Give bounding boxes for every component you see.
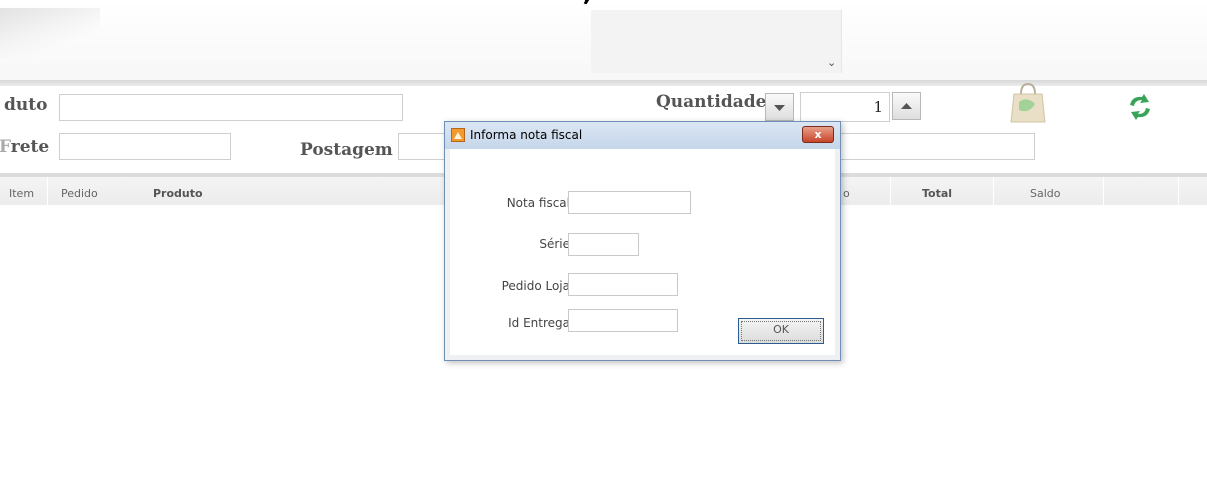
quantity-stepper[interactable]: 1 — [800, 92, 890, 122]
pedido-loja-label: Pedido Loja — [501, 279, 570, 293]
postagem-input[interactable] — [398, 133, 446, 160]
produto-label: duto — [4, 95, 48, 115]
triangle-down-icon — [774, 105, 785, 111]
quantidade-label: Quantidade — [656, 92, 767, 112]
chevron-down-icon[interactable]: ⌄ — [827, 56, 836, 69]
id-entrega-label: Id Entrega — [508, 316, 570, 330]
top-banner: ⌄ — [0, 0, 1207, 83]
refresh-icon[interactable] — [1124, 93, 1156, 121]
banner-decoration — [0, 8, 100, 58]
postagem-label: Postagem — [300, 140, 393, 160]
nota-fiscal-label: Nota fiscal — [506, 196, 570, 210]
top-dropdown[interactable]: ⌄ — [591, 10, 842, 73]
id-entrega-input[interactable] — [568, 309, 678, 332]
column-separator — [890, 177, 891, 205]
produto-input[interactable] — [59, 94, 403, 121]
column-separator — [1103, 177, 1104, 205]
column-item[interactable]: Item — [9, 187, 34, 200]
frete-input[interactable] — [59, 133, 231, 160]
dialog-titlebar[interactable]: Informa nota fiscal x — [445, 122, 840, 149]
nota-fiscal-dialog: Informa nota fiscal x Nota fiscal Série … — [444, 121, 841, 361]
extra-input[interactable] — [840, 133, 1035, 160]
column-pedido[interactable]: Pedido — [61, 187, 98, 200]
triangle-up-icon — [901, 103, 912, 109]
ok-button[interactable]: OK — [738, 318, 824, 344]
frete-label: Frete — [0, 137, 50, 157]
serie-label: Série — [539, 237, 570, 251]
quantity-decrease-button[interactable] — [765, 93, 794, 121]
dialog-title: Informa nota fiscal — [470, 128, 583, 142]
quantity-increase-button[interactable] — [892, 92, 921, 120]
column-separator — [47, 177, 48, 205]
serie-input[interactable] — [568, 233, 639, 256]
column-partial[interactable]: o — [843, 187, 850, 200]
nota-fiscal-input[interactable] — [568, 191, 691, 214]
focus-ring — [741, 321, 821, 341]
close-icon: x — [814, 128, 822, 141]
column-total[interactable]: Total — [922, 187, 952, 200]
column-saldo[interactable]: Saldo — [1030, 187, 1061, 200]
column-produto[interactable]: Produto — [153, 187, 203, 200]
close-button[interactable]: x — [802, 126, 834, 143]
banner-title-fragment — [583, 0, 590, 4]
pedido-loja-input[interactable] — [568, 273, 678, 296]
app-window-icon — [451, 128, 465, 142]
column-separator — [993, 177, 994, 205]
column-separator — [1178, 177, 1179, 205]
shopping-bag-icon[interactable] — [1005, 80, 1051, 126]
